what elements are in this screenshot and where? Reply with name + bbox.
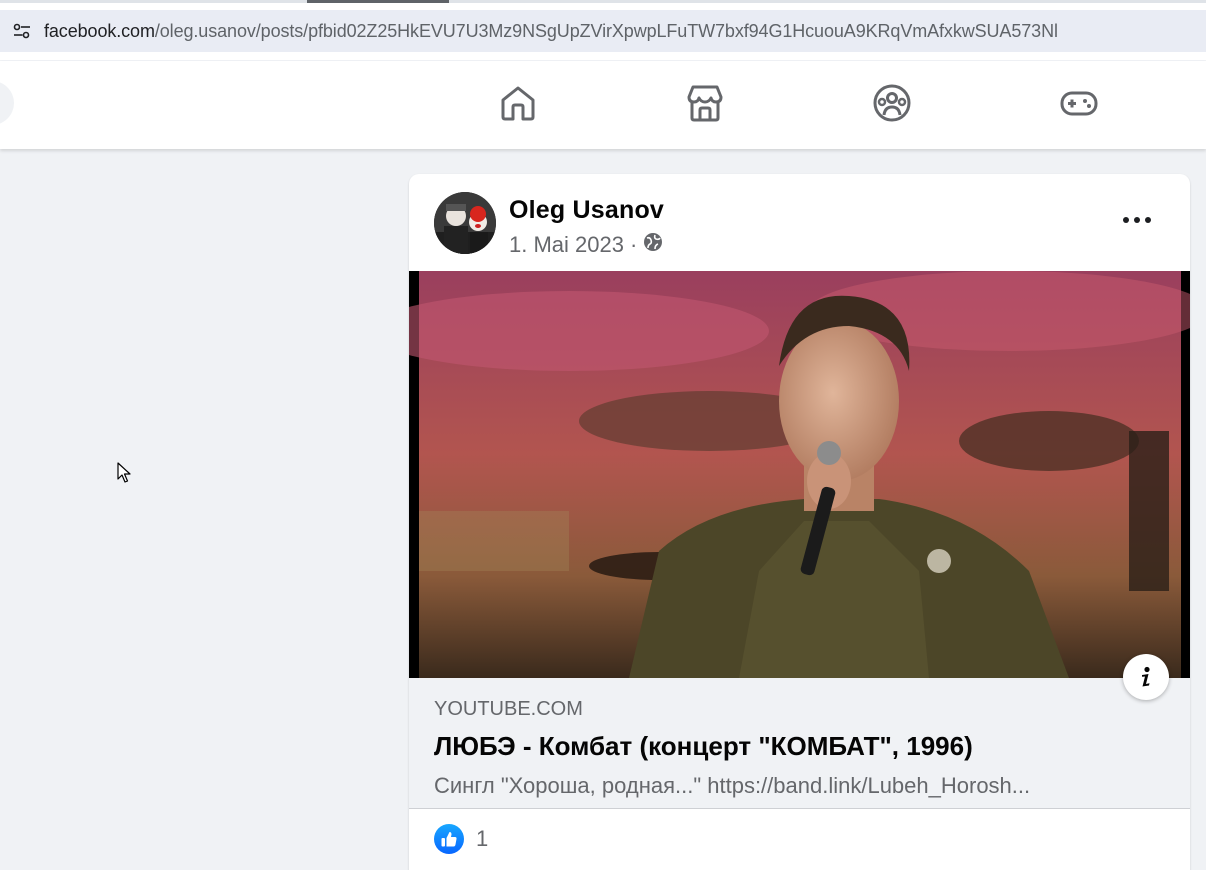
marketplace-icon[interactable]: [685, 83, 725, 123]
url-text[interactable]: facebook.com/oleg.usanov/posts/pfbid02Z2…: [44, 21, 1058, 42]
mouse-cursor: [117, 462, 133, 484]
link-description: Сингл "Хороша, родная..." https://band.l…: [434, 773, 1031, 798]
post-meta: 1. Mai 2023 ·: [509, 232, 663, 258]
link-domain: YOUTUBE.COM: [434, 698, 583, 720]
active-tab-indicator[interactable]: [307, 0, 449, 3]
more-options-button[interactable]: [1117, 202, 1157, 238]
link-title[interactable]: ЛЮБЭ - Комбат (концерт "КОМБАТ", 1996): [434, 731, 973, 762]
home-icon[interactable]: [498, 83, 538, 123]
post-date[interactable]: 1. Mai 2023: [509, 232, 624, 258]
search-button-edge[interactable]: [0, 81, 14, 125]
meta-separator: ·: [629, 232, 638, 257]
info-icon[interactable]: [1123, 654, 1169, 700]
post-card: Oleg Usanov 1. Mai 2023 · YOUTUBE.COM ЛЮ…: [409, 174, 1190, 870]
tab-strip: [0, 0, 1206, 3]
gaming-icon[interactable]: [1059, 83, 1099, 123]
tune-icon[interactable]: [0, 10, 44, 52]
like-icon: [434, 824, 464, 854]
groups-icon[interactable]: [872, 83, 912, 123]
url-host: facebook.com: [44, 20, 155, 41]
reactions-summary[interactable]: 1: [434, 824, 488, 854]
globe-icon[interactable]: [643, 232, 663, 258]
video-thumbnail[interactable]: [409, 271, 1190, 678]
address-bar[interactable]: facebook.com/oleg.usanov/posts/pfbid02Z2…: [0, 10, 1206, 52]
avatar[interactable]: [434, 192, 496, 254]
reaction-count: 1: [476, 826, 489, 851]
post-header: Oleg Usanov 1. Mai 2023 ·: [409, 174, 1190, 271]
facebook-nav-bar: [0, 61, 1206, 149]
author-name[interactable]: Oleg Usanov: [509, 196, 664, 225]
link-preview[interactable]: YOUTUBE.COM ЛЮБЭ - Комбат (концерт "КОМБ…: [409, 678, 1190, 809]
url-path: /oleg.usanov/posts/pfbid02Z25HkEVU7U3Mz9…: [154, 20, 1058, 41]
browser-toolbar: facebook.com/oleg.usanov/posts/pfbid02Z2…: [0, 0, 1206, 60]
